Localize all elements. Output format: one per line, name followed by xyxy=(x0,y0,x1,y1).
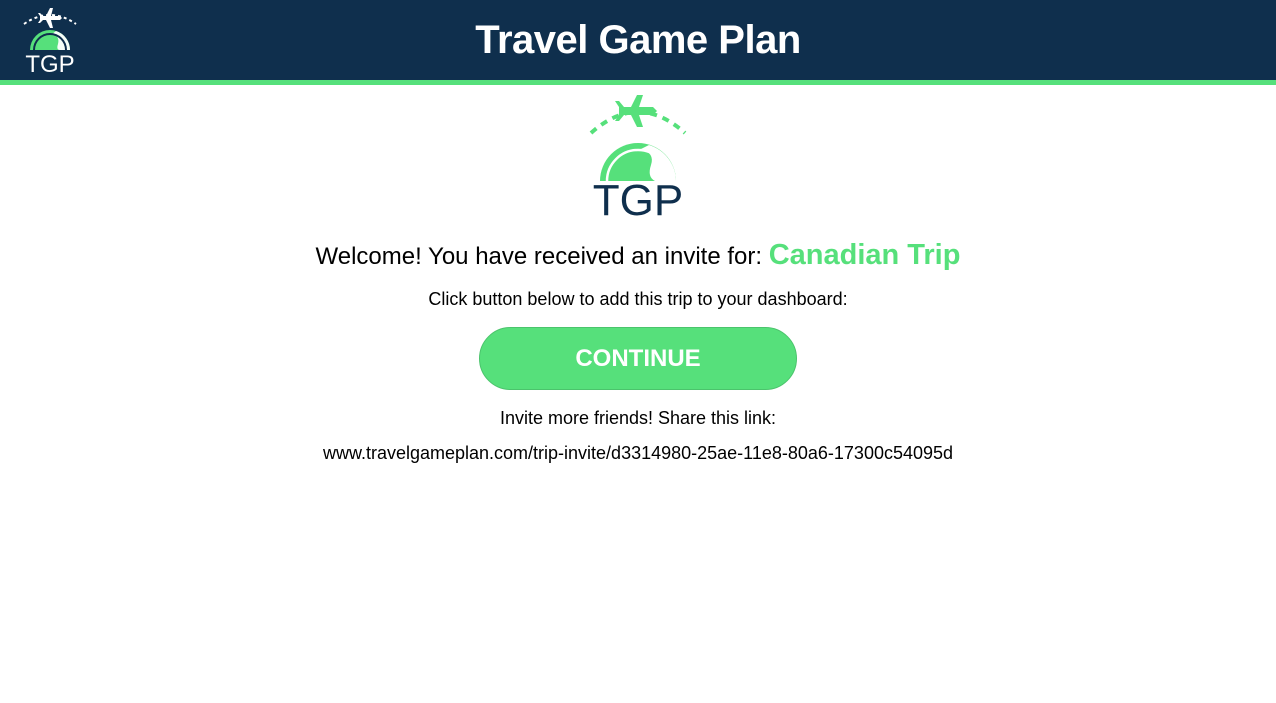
tgp-main-logo-icon: TGP xyxy=(589,95,687,219)
welcome-text: Welcome! You have received an invite for… xyxy=(315,243,769,270)
main-logo-text: TGP xyxy=(593,176,683,219)
share-prompt: Invite more friends! Share this link: xyxy=(499,408,777,428)
trip-name: Canadian Trip xyxy=(768,239,961,271)
continue-button[interactable]: CONTINUE xyxy=(479,327,797,390)
page-title: Travel Game Plan xyxy=(475,18,801,62)
invite-panel: TGP Welcome! You have received an invite… xyxy=(0,85,1276,465)
welcome-message: Welcome! You have received an invite for… xyxy=(0,239,1276,273)
instruction-text: Click button below to add this trip to y… xyxy=(428,289,848,309)
share-link[interactable]: www.travelgameplan.com/trip-invite/d3314… xyxy=(0,441,1276,465)
airplane-icon xyxy=(615,95,657,127)
app-header: TGP Travel Game Plan xyxy=(0,0,1276,85)
